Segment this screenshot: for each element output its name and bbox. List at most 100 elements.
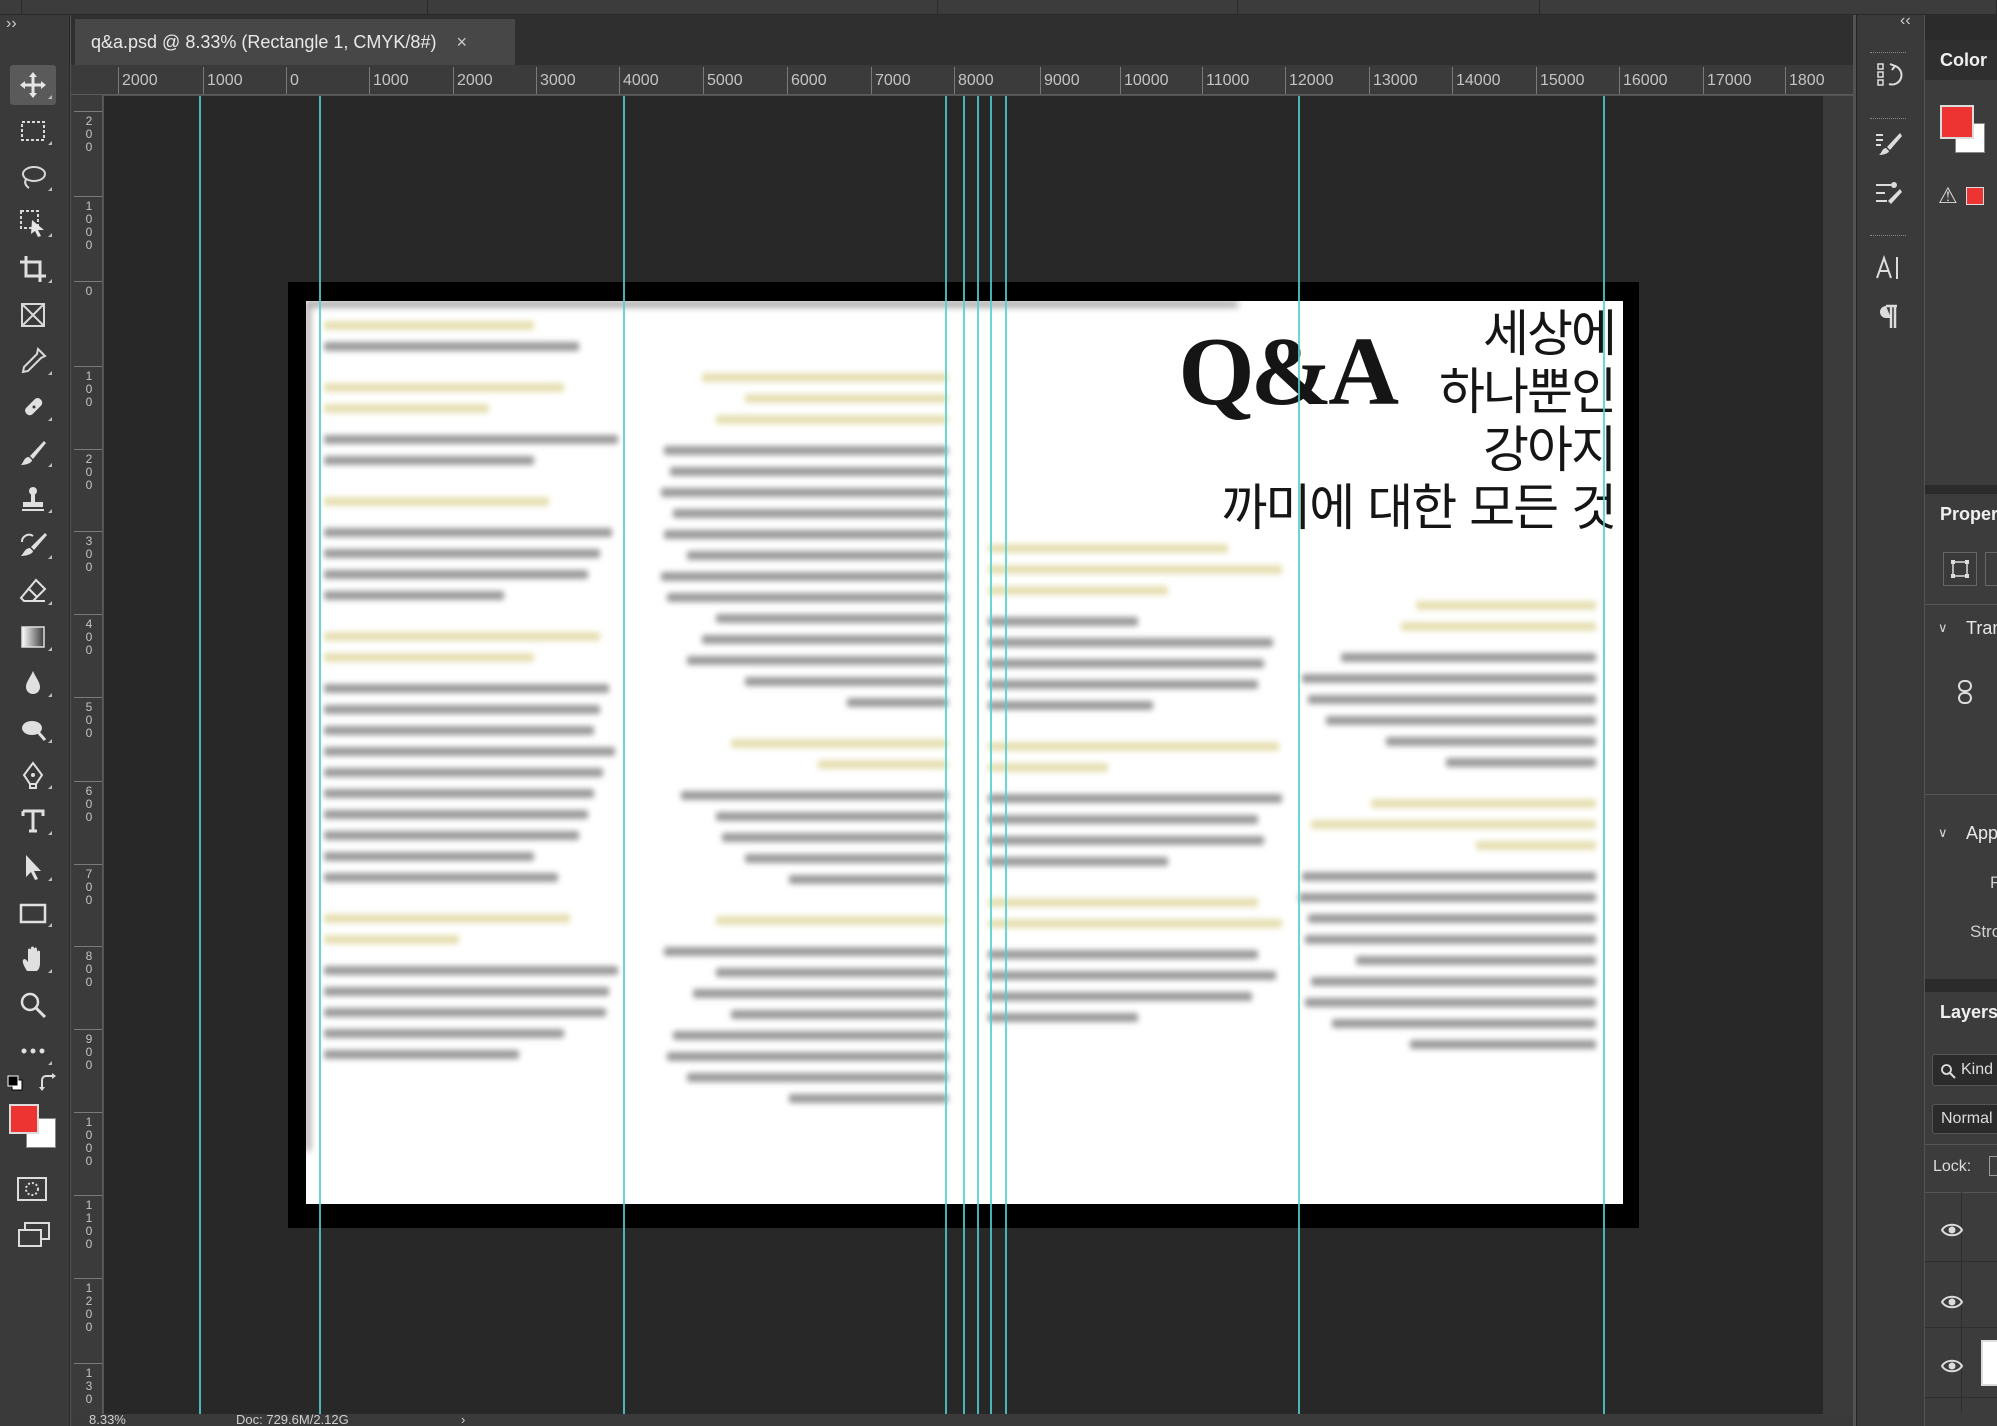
strip-grip[interactable] (1870, 118, 1906, 122)
lock-pixels-icon[interactable] (1989, 1156, 1997, 1176)
ruler-tick (787, 67, 788, 94)
link-icon[interactable] (1957, 679, 1973, 710)
ruler-label: 1 3 0 (85, 1366, 93, 1406)
pen-tool[interactable] (10, 755, 56, 795)
collapse-panels-button[interactable]: ‹‹ (1900, 12, 1911, 30)
ruler-label: 9000 (1044, 72, 1080, 89)
brush-tool[interactable] (10, 433, 56, 473)
ruler-tick (74, 697, 102, 698)
layer-visibility-eye-icon[interactable] (1940, 1218, 1964, 1242)
guide-line[interactable] (199, 96, 201, 1414)
horizontal-ruler[interactable]: 2000 1000 0 1000 2000 3000 4000 5000 6000 7000 800… (71, 65, 1853, 95)
transform-properties-button[interactable] (1943, 552, 1977, 586)
zoom-level[interactable]: 8.33% (89, 1414, 126, 1426)
object-select-tool[interactable] (10, 203, 56, 243)
layer-filter-field[interactable]: Kind (1932, 1054, 1997, 1086)
ruler-label: 16000 (1623, 72, 1668, 89)
ruler-tick (703, 67, 704, 94)
eyedropper-tool[interactable] (10, 341, 56, 381)
adjustments-panel-button[interactable] (1866, 172, 1910, 212)
ruler-label: 6000 (791, 72, 827, 89)
ruler-tick (1703, 67, 1704, 94)
paragraph-panel-button[interactable] (1866, 297, 1910, 337)
lock-label: Lock: (1933, 1158, 1972, 1175)
ruler-label: 8000 (958, 72, 994, 89)
document-canvas[interactable]: Q&A 세상에 하나뿐인 강아지 까미에 대한 모든 것 (104, 96, 1823, 1414)
guide-line[interactable] (623, 96, 625, 1414)
transform-section-title[interactable]: Tran (1966, 618, 1997, 639)
dodge-tool[interactable] (10, 709, 56, 749)
default-colors-button[interactable] (7, 1075, 23, 1091)
rect-marquee-icon (21, 121, 45, 141)
guide-line[interactable] (1603, 96, 1605, 1414)
ruler-label: 1 2 0 0 (85, 1281, 93, 1334)
layer-visibility-eye-icon[interactable] (1940, 1290, 1964, 1314)
ruler-tick (1202, 67, 1203, 94)
rectangle-tool[interactable] (10, 893, 56, 933)
layers-panel-tab[interactable]: Layers (1925, 992, 1997, 1032)
guide-line[interactable] (963, 96, 965, 1414)
lasso-tool[interactable] (10, 157, 56, 197)
status-menu-arrow[interactable]: › (461, 1414, 465, 1426)
brush-settings-panel-button[interactable] (1866, 124, 1910, 164)
ruler-label: 5 0 0 (85, 700, 93, 740)
path-select-tool[interactable] (10, 847, 56, 887)
move-tool[interactable] (10, 65, 56, 105)
marquee-tool[interactable] (10, 111, 56, 151)
frame-tool[interactable] (10, 295, 56, 335)
guide-line[interactable] (319, 96, 321, 1414)
ruler-tick (286, 67, 287, 94)
gradient-tool[interactable] (10, 617, 56, 657)
collapse-toolbar-button[interactable]: ›› (6, 15, 17, 33)
history-panel-button[interactable] (1866, 55, 1910, 95)
ruler-label: 2000 (122, 72, 158, 89)
strip-grip[interactable] (1870, 235, 1906, 239)
foreground-color-swatch[interactable] (9, 1104, 39, 1134)
adjustments-icon (1876, 182, 1902, 204)
close-tab-icon[interactable]: × (456, 32, 467, 53)
character-panel-button[interactable] (1866, 248, 1910, 288)
eraser-tool[interactable] (10, 571, 56, 611)
ruler-tick (74, 781, 102, 782)
guide-line[interactable] (945, 96, 947, 1414)
clone-stamp-tool[interactable] (10, 479, 56, 519)
swap-colors-button[interactable] (38, 1072, 60, 1094)
blur-tool[interactable] (10, 663, 56, 703)
zoom-tool[interactable] (10, 985, 56, 1025)
layer-visibility-eye-icon[interactable] (1940, 1354, 1964, 1378)
guide-line[interactable] (977, 96, 979, 1414)
chevron-down-icon[interactable]: ∨ (1938, 825, 1948, 841)
top-strip-segment (22, 0, 428, 15)
color-panel-tab[interactable]: Color (1925, 40, 1997, 80)
guide-line[interactable] (1298, 96, 1300, 1414)
gamut-color-swatch[interactable] (1966, 187, 1984, 205)
properties-panel-tab[interactable]: Proper (1925, 494, 1997, 534)
color-panel-foreground-swatch[interactable] (1940, 105, 1974, 139)
ruler-tick (1285, 67, 1286, 94)
layer-thumbnail[interactable] (1981, 1340, 1997, 1386)
type-tool[interactable] (10, 801, 56, 841)
quick-mask-button[interactable] (16, 1175, 48, 1203)
type-icon (21, 809, 45, 833)
dodge-icon (22, 721, 47, 741)
screen-mode-button[interactable] (16, 1220, 52, 1250)
ruler-tick (118, 67, 119, 94)
appearance-section-title[interactable]: App (1966, 823, 1997, 844)
divider (1925, 1144, 1997, 1145)
healing-brush-tool[interactable] (10, 387, 56, 427)
chevron-down-icon[interactable]: ∨ (1938, 620, 1948, 636)
guide-line[interactable] (990, 96, 992, 1414)
blend-mode-select[interactable]: Normal (1932, 1104, 1997, 1134)
guide-line[interactable] (1005, 96, 1007, 1414)
second-properties-button[interactable] (1985, 552, 1997, 586)
vertical-scrollbar[interactable] (1823, 96, 1853, 1414)
history-brush-tool[interactable] (10, 525, 56, 565)
ruler-tick (74, 1278, 102, 1279)
crop-tool[interactable] (10, 249, 56, 289)
out-of-gamut-warning-icon[interactable]: ⚠ (1938, 183, 1958, 209)
vertical-ruler[interactable]: 2 0 0 1 0 0 0 0 1 0 0 2 0 0 3 0 0 4 0 0 5 0 0 6 … (71, 95, 103, 1415)
more-tools[interactable] (10, 1031, 56, 1071)
document-tab[interactable]: q&a.psd @ 8.33% (Rectangle 1, CMYK/8#) × (75, 19, 515, 65)
hand-tool[interactable] (10, 939, 56, 979)
document-tab-title: q&a.psd @ 8.33% (Rectangle 1, CMYK/8#) (91, 31, 437, 52)
